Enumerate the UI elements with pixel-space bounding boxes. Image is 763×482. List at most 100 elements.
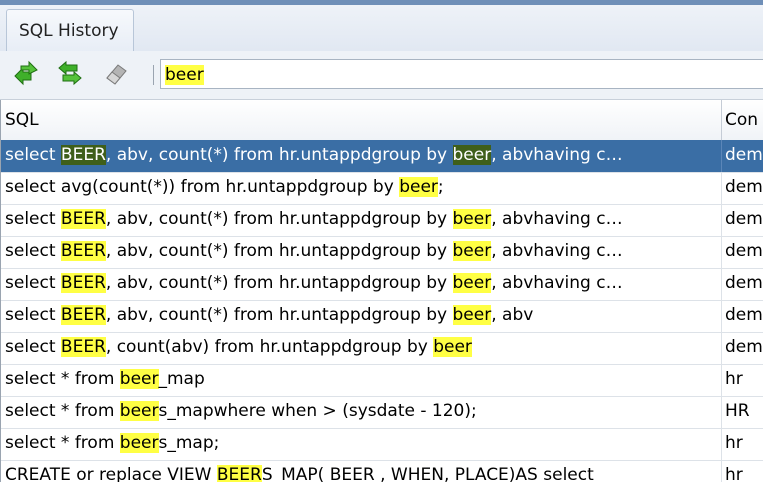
column-divider	[721, 396, 722, 428]
sql-history-table: SQL Con select BEER, abv, count(*) from …	[0, 100, 763, 482]
table-row[interactable]: select BEER, abv, count(*) from hr.untap…	[1, 204, 763, 237]
column-divider	[721, 172, 722, 204]
search-match: BEER	[60, 305, 106, 325]
search-match: beer	[399, 177, 438, 197]
sql-text: , abvhaving c…	[491, 241, 623, 261]
sql-text: _map	[158, 369, 205, 389]
connection-cell: hr	[725, 465, 743, 482]
table-header: SQL Con	[1, 100, 763, 141]
column-divider	[721, 300, 722, 332]
sql-text: s_map;	[158, 433, 220, 453]
sql-text: select	[5, 305, 61, 325]
column-header-connection[interactable]: Con	[725, 100, 758, 140]
table-row[interactable]: CREATE or replace VIEW BEERS_MAP( BEER ,…	[1, 460, 763, 482]
column-divider	[721, 140, 722, 172]
connection-cell: dem	[725, 273, 763, 293]
replace-button[interactable]	[56, 60, 84, 90]
sql-text: S_MAP( BEER , WHEN, PLACE)AS select	[261, 465, 594, 482]
sql-cell: select BEER, abv, count(*) from hr.untap…	[5, 204, 719, 235]
search-match: beer	[452, 145, 492, 165]
connection-cell: dem	[725, 177, 763, 197]
sql-cell: select * from beers_map;	[5, 428, 719, 459]
column-divider	[721, 460, 722, 482]
sql-text: select * from	[5, 401, 120, 421]
connection-cell: HR	[725, 401, 750, 421]
sql-text: select * from	[5, 369, 120, 389]
column-divider	[721, 204, 722, 236]
connection-cell: dem	[725, 145, 763, 165]
table-row[interactable]: select BEER, abv, count(*) from hr.untap…	[1, 140, 763, 173]
append-green-arrows-icon	[13, 60, 39, 90]
search-match: beer	[119, 369, 159, 389]
sql-text: , abv, count(*) from hr.untappdgroup by	[105, 209, 453, 229]
connection-cell: dem	[725, 209, 763, 229]
sql-text: select	[5, 337, 61, 357]
sql-cell: CREATE or replace VIEW BEERS_MAP( BEER ,…	[5, 460, 719, 482]
column-divider[interactable]	[721, 100, 722, 140]
sql-cell: select BEER, abv, count(*) from hr.untap…	[5, 236, 719, 267]
tab-sql-history[interactable]: SQL History	[6, 9, 134, 52]
toolbar: beer	[0, 51, 763, 100]
sql-text: , abv, count(*) from hr.untappdgroup by	[105, 273, 453, 293]
sql-text: select * from	[5, 433, 120, 453]
tab-label: SQL History	[19, 21, 119, 41]
sql-text: , abv, count(*) from hr.untappdgroup by	[105, 241, 453, 261]
filter-input[interactable]: beer	[160, 59, 763, 89]
connection-cell: dem	[725, 305, 763, 325]
sql-text: , abv	[491, 305, 534, 325]
table-row[interactable]: select BEER, abv, count(*) from hr.untap…	[1, 236, 763, 269]
sql-text: , abv, count(*) from hr.untappdgroup by	[105, 145, 453, 165]
sql-cell: select BEER, abv, count(*) from hr.untap…	[5, 268, 719, 299]
connection-cell: hr	[725, 433, 743, 453]
eraser-icon	[103, 60, 129, 90]
sql-text: select	[5, 273, 61, 293]
sql-text: , abvhaving c…	[491, 145, 623, 165]
table-row[interactable]: select BEER, count(abv) from hr.untappdg…	[1, 332, 763, 365]
table-row[interactable]: select avg(count(*)) from hr.untappdgrou…	[1, 172, 763, 205]
sql-text: CREATE or replace VIEW	[5, 465, 217, 482]
search-match: BEER	[60, 145, 106, 165]
column-divider	[721, 364, 722, 396]
sql-text: select	[5, 209, 61, 229]
sql-text: select avg(count(*)) from hr.untappdgrou…	[5, 177, 400, 197]
sql-text: , abvhaving c…	[491, 273, 623, 293]
sql-text: select	[5, 145, 61, 165]
search-match: beer	[452, 241, 492, 261]
clear-button[interactable]	[102, 61, 130, 89]
table-row[interactable]: select BEER, abv, count(*) from hr.untap…	[1, 268, 763, 301]
table-row[interactable]: select * from beers_mapwhere when > (sys…	[1, 396, 763, 429]
sql-cell: select BEER, abv, count(*) from hr.untap…	[5, 140, 719, 171]
sql-text: , abv, count(*) from hr.untappdgroup by	[105, 305, 453, 325]
sql-cell: select BEER, abv, count(*) from hr.untap…	[5, 300, 719, 331]
toolbar-separator	[153, 65, 154, 85]
search-match: beer	[452, 209, 492, 229]
column-divider	[721, 236, 722, 268]
search-match: BEER	[216, 465, 262, 482]
sql-text: ;	[437, 177, 444, 197]
sql-text: s_mapwhere when > (sysdate - 120);	[158, 401, 477, 421]
column-divider	[721, 268, 722, 300]
connection-cell: hr	[725, 369, 743, 389]
search-match: BEER	[60, 241, 106, 261]
sql-cell: select BEER, count(abv) from hr.untappdg…	[5, 332, 719, 363]
connection-cell: dem	[725, 241, 763, 261]
search-match: beer	[452, 305, 492, 325]
table-row[interactable]: select * from beers_map; hr	[1, 428, 763, 461]
column-header-sql[interactable]: SQL	[5, 100, 39, 140]
search-match: BEER	[60, 209, 106, 229]
replace-green-arrows-icon	[57, 60, 83, 90]
connection-cell: dem	[725, 337, 763, 357]
sql-text: , abvhaving c…	[491, 209, 623, 229]
search-match: beer	[433, 337, 472, 357]
append-button[interactable]	[12, 60, 40, 90]
table-row[interactable]: select BEER, abv, count(*) from hr.untap…	[1, 300, 763, 333]
table-row[interactable]: select * from beer_map hr	[1, 364, 763, 397]
sql-cell: select * from beer_map	[5, 364, 719, 395]
column-divider	[721, 428, 722, 460]
sql-cell: select * from beers_mapwhere when > (sys…	[5, 396, 719, 427]
panel-titlebar: SQL History	[0, 5, 763, 52]
search-match: beer	[119, 433, 159, 453]
search-match: beer	[119, 401, 159, 421]
search-match: beer	[452, 273, 492, 293]
column-divider	[721, 332, 722, 364]
